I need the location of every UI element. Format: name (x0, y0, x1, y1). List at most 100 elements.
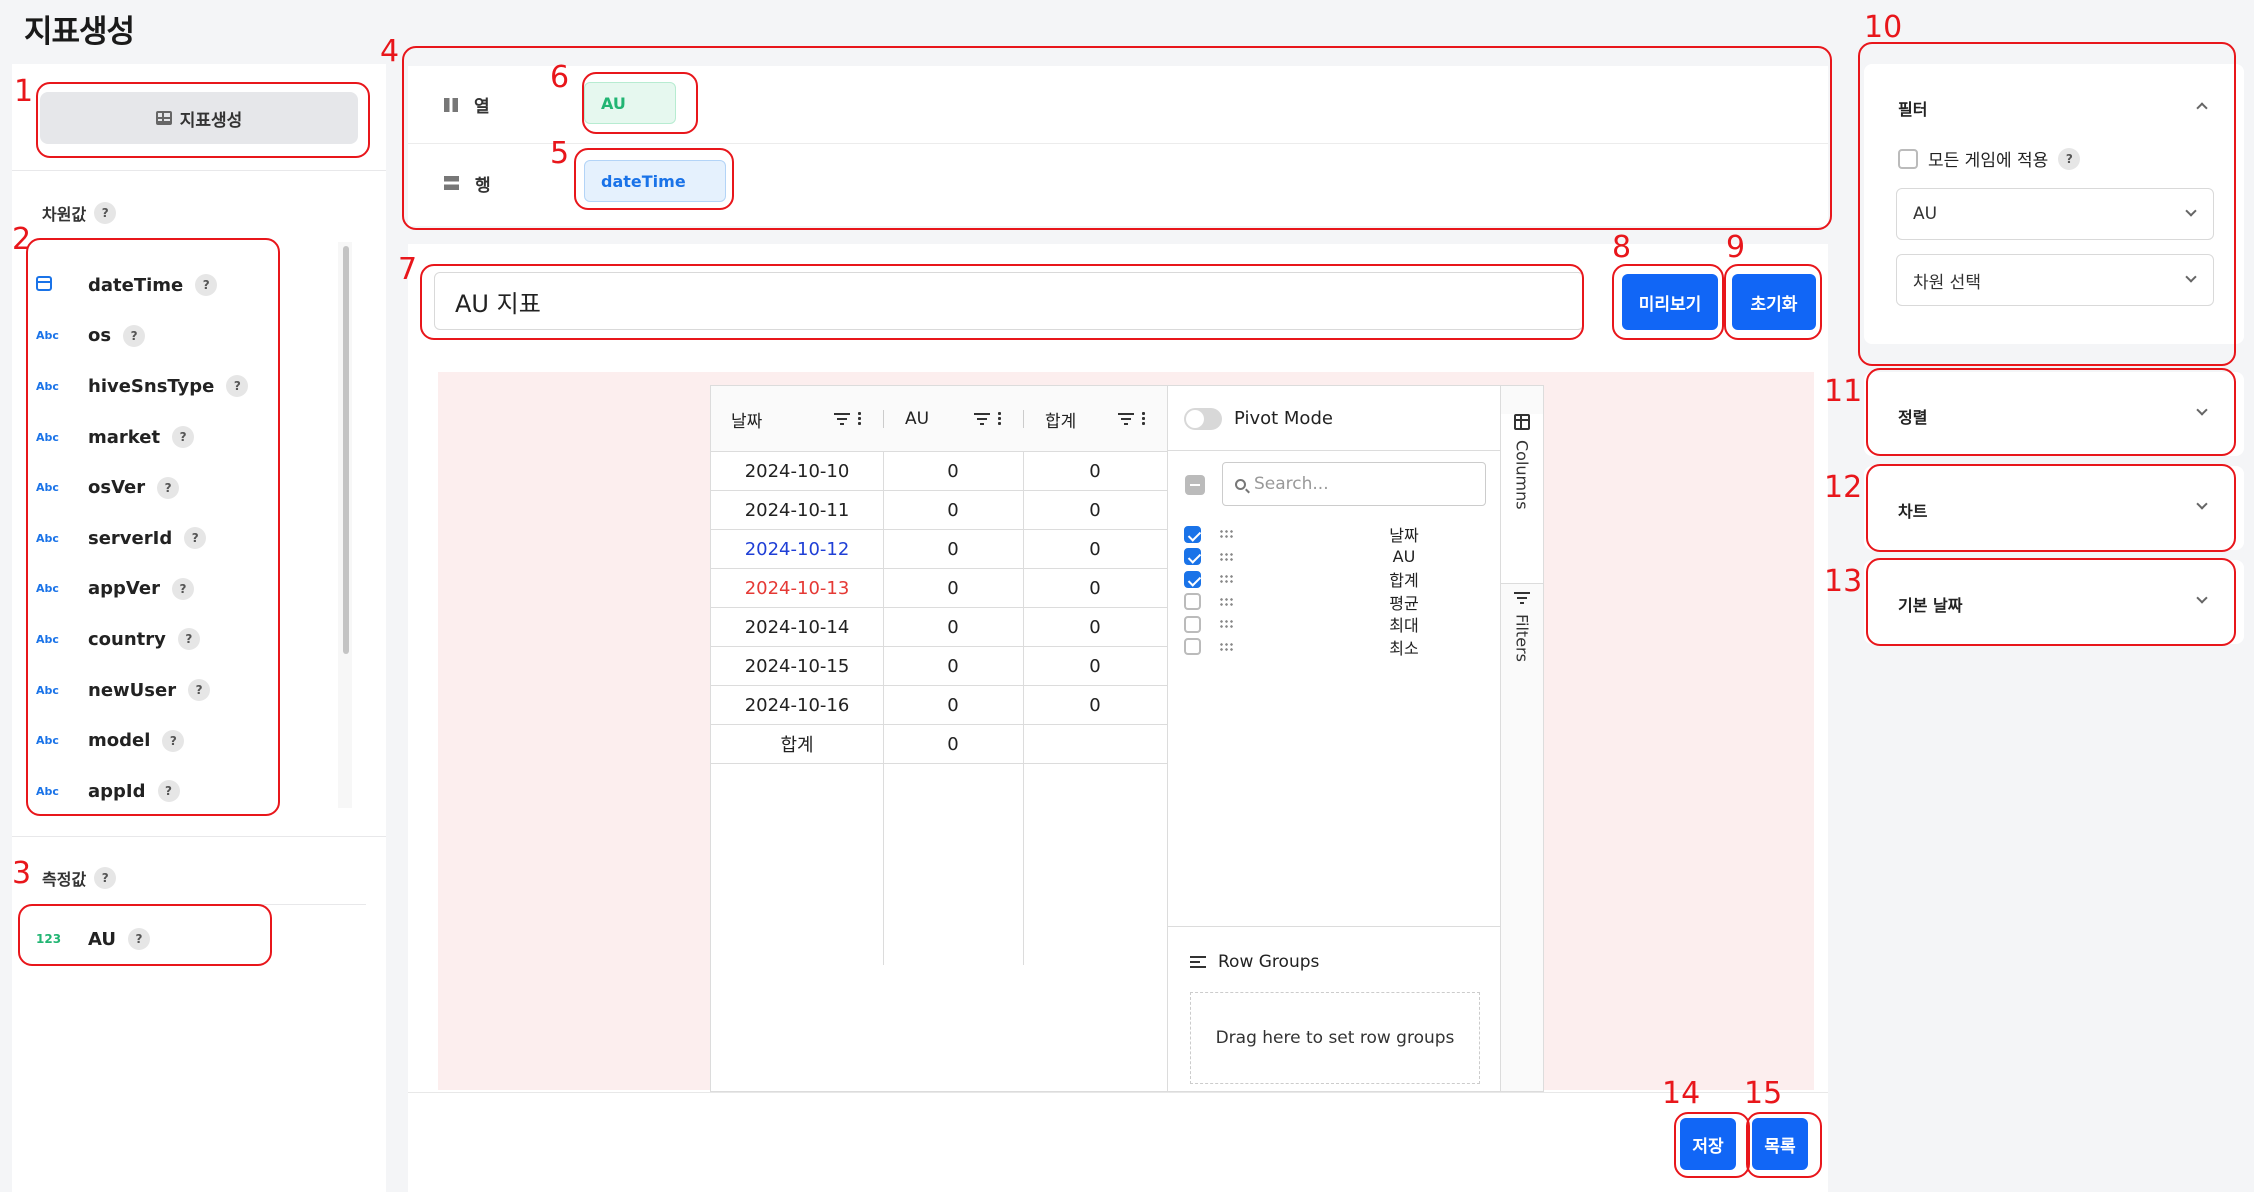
help-icon[interactable]: ? (195, 274, 218, 297)
dimension-item[interactable]: Abc country? (36, 614, 336, 665)
metric-select[interactable]: AU (1896, 188, 2214, 240)
row-groups-dropzone[interactable]: Drag here to set row groups (1190, 992, 1480, 1084)
dimension-scrollbar-thumb[interactable] (343, 246, 349, 654)
dimension-item[interactable]: Abc serverId? (36, 513, 336, 564)
help-icon[interactable]: ? (162, 729, 185, 752)
drag-handle-icon[interactable] (1219, 641, 1233, 652)
drag-handle-icon[interactable] (1219, 551, 1233, 562)
column-menu-icon[interactable] (1142, 411, 1145, 426)
table-row[interactable]: 2024-10-12 0 0 (711, 530, 1167, 569)
header-date[interactable]: 날짜 (711, 386, 883, 452)
help-icon[interactable]: ? (226, 375, 249, 398)
chevron-down-icon[interactable] (2196, 404, 2208, 416)
table-row[interactable]: 2024-10-16 0 0 (711, 686, 1167, 725)
column-menu-icon[interactable] (998, 411, 1001, 426)
sort-panel[interactable]: 정렬 (1864, 372, 2244, 456)
column-toggle-item[interactable]: 최대 (1184, 613, 1484, 635)
dimension-item[interactable]: Abc market? (36, 412, 336, 463)
tab-columns[interactable]: Columns (1501, 414, 1543, 584)
table-row[interactable]: 2024-10-15 0 0 (711, 647, 1167, 686)
drag-handle-icon[interactable] (1219, 574, 1233, 584)
column-chip-au[interactable]: AU (584, 82, 676, 124)
column-toggle-item[interactable]: AU (1184, 546, 1484, 568)
tab-filters[interactable]: Filters (1501, 592, 1543, 712)
filter-icon[interactable] (1118, 412, 1134, 425)
footer-total-cell (1023, 725, 1167, 763)
column-search-input[interactable]: Search... (1222, 462, 1486, 506)
column-checkbox[interactable] (1184, 615, 1201, 633)
dimension-item[interactable]: Abc model? (36, 715, 336, 766)
dimension-item[interactable]: Abc hiveSnsType? (36, 361, 336, 412)
total-cell: 0 (1089, 694, 1101, 716)
header-au[interactable]: AU (883, 386, 1023, 452)
row-chip-datetime[interactable]: dateTime (584, 160, 726, 202)
filter-icon[interactable] (974, 412, 990, 425)
select-all-checkbox[interactable] (1185, 475, 1205, 495)
pivot-mode-toggle[interactable] (1184, 408, 1222, 430)
filter-icon (1514, 592, 1530, 604)
help-icon[interactable]: ? (177, 628, 200, 651)
reset-button[interactable]: 초기화 (1732, 274, 1816, 330)
help-icon[interactable]: ? (128, 928, 150, 950)
drag-handle-icon[interactable] (1219, 529, 1233, 539)
metric-title-input[interactable]: AU 지표 (434, 272, 1584, 330)
column-toggle-item[interactable]: 최소 (1184, 636, 1484, 658)
header-total[interactable]: 합계 (1023, 386, 1167, 452)
help-icon[interactable]: ? (94, 202, 117, 224)
drag-handle-icon[interactable] (1219, 619, 1233, 629)
dimension-item[interactable]: Abc os? (36, 311, 336, 362)
chevron-down-icon[interactable] (2196, 592, 2208, 604)
help-icon[interactable]: ? (171, 577, 194, 600)
table-row[interactable]: 2024-10-10 0 0 (711, 452, 1167, 491)
dimension-item[interactable]: dateTime? (36, 260, 336, 311)
apply-all-games-option[interactable]: 모든 게임에 적용 ? (1898, 146, 2081, 171)
column-menu-icon[interactable] (858, 411, 861, 426)
table-row[interactable]: 2024-10-14 0 0 (711, 608, 1167, 647)
tool-panel-tabs: Columns Filters (1501, 386, 1543, 1091)
date-cell: 2024-10-15 (744, 655, 850, 677)
column-checkbox[interactable] (1184, 593, 1201, 610)
help-icon[interactable]: ? (2058, 147, 2081, 170)
dimension-item[interactable]: Abc osVer? (36, 462, 336, 513)
total-cell: 0 (1089, 460, 1101, 482)
column-checkbox[interactable] (1184, 638, 1201, 655)
column-toggle-item[interactable]: 날짜 (1184, 523, 1484, 545)
apply-all-games-checkbox[interactable] (1898, 148, 1918, 169)
create-metric-button[interactable]: 지표생성 (40, 92, 358, 144)
column-toggle-item[interactable]: 합계 (1184, 568, 1484, 590)
annotation-number: 11 (1824, 374, 1863, 409)
filter-icon[interactable] (834, 412, 850, 425)
column-checkbox[interactable] (1184, 570, 1201, 588)
dimension-item[interactable]: Abc newUser? (36, 665, 336, 716)
dimension-select[interactable]: 차원 선택 (1896, 254, 2214, 306)
help-icon[interactable]: ? (157, 476, 180, 499)
default-date-panel[interactable]: 기본 날짜 (1864, 560, 2244, 644)
help-icon[interactable]: ? (172, 426, 195, 449)
help-icon[interactable]: ? (157, 780, 180, 803)
chevron-up-icon[interactable] (2196, 102, 2208, 114)
column-checkbox[interactable] (1184, 525, 1201, 543)
drag-handle-icon[interactable] (1219, 596, 1233, 607)
annotation-number: 12 (1824, 470, 1863, 505)
help-icon[interactable]: ? (123, 324, 146, 347)
table-row[interactable]: 2024-10-11 0 0 (711, 491, 1167, 530)
help-icon[interactable]: ? (94, 867, 117, 889)
dimension-name: os (88, 325, 112, 347)
dimension-item[interactable]: Abc appId? (36, 766, 336, 817)
chart-panel[interactable]: 차트 (1864, 466, 2244, 550)
column-toggle-item[interactable]: 평균 (1184, 591, 1484, 613)
help-icon[interactable]: ? (184, 527, 207, 550)
dimension-name: serverId (88, 527, 173, 549)
preview-button[interactable]: 미리보기 (1622, 274, 1718, 330)
help-icon[interactable]: ? (188, 679, 211, 702)
annotation-number: 10 (1864, 10, 1903, 45)
table-row[interactable]: 2024-10-13 0 0 (711, 569, 1167, 608)
au-cell: 0 (947, 538, 959, 560)
column-name: 합계 (1389, 571, 1419, 590)
measure-item-au[interactable]: 123 AU ? (36, 928, 150, 950)
save-button[interactable]: 저장 (1680, 1118, 1736, 1170)
dimension-item[interactable]: Abc appVer? (36, 564, 336, 615)
column-checkbox[interactable] (1184, 548, 1201, 565)
chevron-down-icon[interactable] (2196, 498, 2208, 510)
list-button[interactable]: 목록 (1752, 1118, 1808, 1170)
